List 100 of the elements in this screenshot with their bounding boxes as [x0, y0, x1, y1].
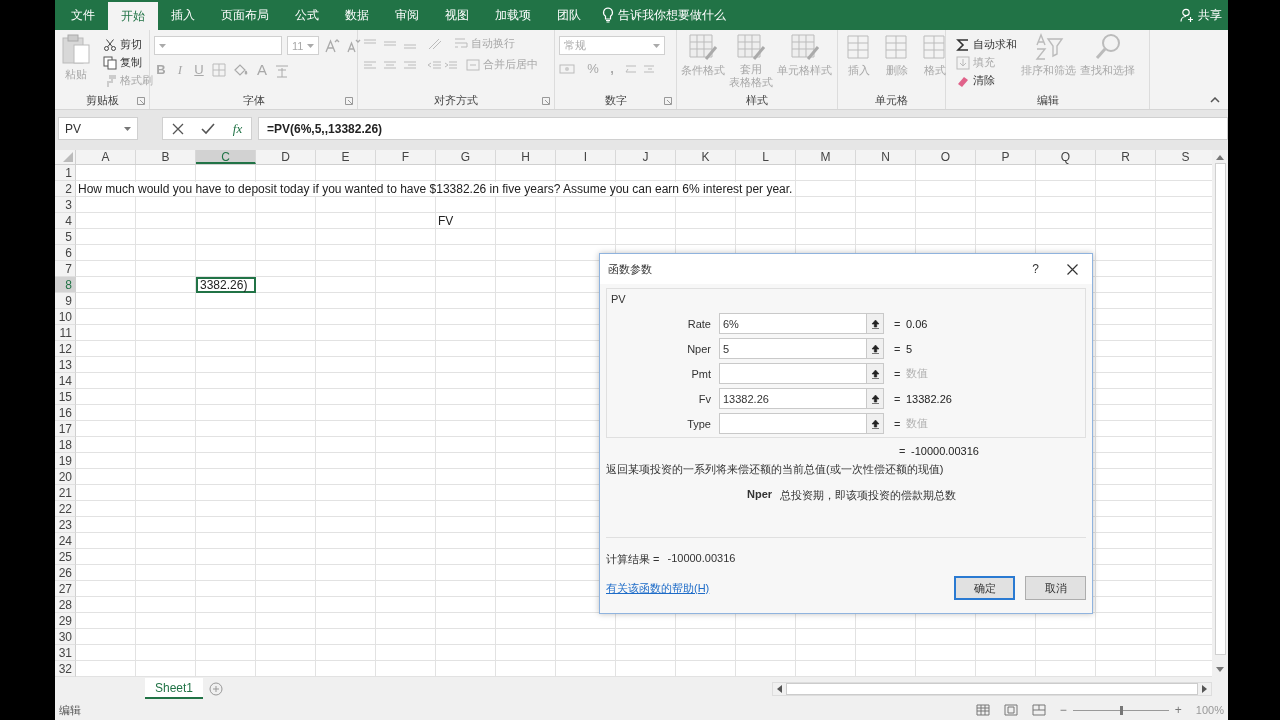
- page-break-icon[interactable]: [1031, 704, 1046, 716]
- row-header[interactable]: 12: [55, 341, 76, 357]
- row-header[interactable]: 24: [55, 533, 76, 549]
- ribbon-tab[interactable]: 插入: [158, 0, 208, 30]
- help-link[interactable]: 有关该函数的帮助(H): [606, 580, 710, 596]
- argument-field[interactable]: 5: [719, 338, 867, 359]
- column-header[interactable]: D: [256, 150, 316, 164]
- active-cell[interactable]: 3382.26): [196, 276, 256, 293]
- grow-font-icon[interactable]: [324, 37, 340, 54]
- row-header[interactable]: 8: [55, 277, 76, 293]
- row-header[interactable]: 23: [55, 517, 76, 533]
- row-header[interactable]: 18: [55, 437, 76, 453]
- clear-button[interactable]: 清除: [956, 73, 1017, 88]
- row-header[interactable]: 26: [55, 565, 76, 581]
- up-arrow-icon[interactable]: [1216, 154, 1224, 160]
- sheet-tab[interactable]: Sheet1: [145, 678, 204, 699]
- ribbon-tab[interactable]: 团队: [544, 0, 594, 30]
- borders-icon[interactable]: [211, 61, 227, 78]
- left-arrow-icon[interactable]: [776, 684, 782, 693]
- shrink-font-icon[interactable]: [345, 37, 361, 54]
- column-header[interactable]: J: [616, 150, 676, 164]
- column-header[interactable]: O: [916, 150, 976, 164]
- column-header[interactable]: P: [976, 150, 1036, 164]
- column-header[interactable]: K: [676, 150, 736, 164]
- row-header[interactable]: 20: [55, 469, 76, 485]
- dialog-launcher-icon[interactable]: [345, 97, 353, 105]
- column-header[interactable]: M: [796, 150, 856, 164]
- insert-function-button[interactable]: fx: [232, 120, 243, 137]
- close-icon[interactable]: [1067, 263, 1078, 275]
- collapse-dialog-button[interactable]: [867, 338, 884, 359]
- autosum-button[interactable]: 自动求和: [956, 37, 1017, 52]
- argument-field[interactable]: 13382.26: [719, 388, 867, 409]
- ribbon-tab[interactable]: 开始: [108, 2, 158, 30]
- column-header[interactable]: A: [76, 150, 136, 164]
- row-header[interactable]: 19: [55, 453, 76, 469]
- row-header[interactable]: 11: [55, 325, 76, 341]
- scroll-thumb[interactable]: [786, 682, 1198, 695]
- cancel-icon[interactable]: [171, 122, 184, 135]
- column-header[interactable]: I: [556, 150, 616, 164]
- ok-button[interactable]: 确定: [954, 576, 1015, 600]
- collapse-dialog-button[interactable]: [867, 363, 884, 384]
- ribbon-tab[interactable]: 页面布局: [208, 0, 282, 30]
- normal-view-icon[interactable]: [975, 704, 990, 716]
- row-header[interactable]: 15: [55, 389, 76, 405]
- add-sheet-icon[interactable]: [209, 681, 224, 696]
- zoom-in-button[interactable]: +: [1174, 703, 1182, 717]
- collapse-dialog-button[interactable]: [867, 388, 884, 409]
- select-all-icon[interactable]: [63, 152, 73, 162]
- name-box[interactable]: PV: [58, 117, 138, 140]
- cut-button[interactable]: 剪切: [103, 37, 153, 52]
- row-header[interactable]: 32: [55, 661, 76, 677]
- column-header[interactable]: L: [736, 150, 796, 164]
- copy-button[interactable]: 复制: [103, 55, 153, 70]
- column-header[interactable]: C: [196, 150, 256, 164]
- font-name-field[interactable]: [154, 36, 282, 55]
- ribbon-tab[interactable]: 数据: [332, 0, 382, 30]
- row-header[interactable]: 3: [55, 197, 76, 213]
- row-header[interactable]: 16: [55, 405, 76, 421]
- ribbon-tab[interactable]: 公式: [282, 0, 332, 30]
- dialog-launcher-icon[interactable]: [664, 97, 672, 105]
- row-header[interactable]: 13: [55, 357, 76, 373]
- row-header[interactable]: 31: [55, 645, 76, 661]
- row-header[interactable]: 14: [55, 373, 76, 389]
- horizontal-scrollbar[interactable]: [772, 681, 1212, 696]
- row-header[interactable]: 17: [55, 421, 76, 437]
- scroll-thumb[interactable]: [1214, 163, 1226, 655]
- row-header[interactable]: 27: [55, 581, 76, 597]
- row-header[interactable]: 5: [55, 229, 76, 245]
- ribbon-tab[interactable]: 视图: [432, 0, 482, 30]
- row-header[interactable]: 2: [55, 181, 76, 197]
- down-arrow-icon[interactable]: [1216, 667, 1224, 673]
- row-header[interactable]: 25: [55, 549, 76, 565]
- column-header[interactable]: N: [856, 150, 916, 164]
- column-header[interactable]: E: [316, 150, 376, 164]
- right-arrow-icon[interactable]: [1202, 684, 1208, 693]
- ribbon-tab[interactable]: 加载项: [482, 0, 544, 30]
- argument-field[interactable]: 6%: [719, 313, 867, 334]
- row-header[interactable]: 30: [55, 629, 76, 645]
- check-icon[interactable]: [201, 122, 216, 135]
- tell-me-field[interactable]: 告诉我你想要做什么: [618, 6, 726, 24]
- argument-field[interactable]: [719, 363, 867, 384]
- help-button[interactable]: ?: [1032, 262, 1039, 276]
- row-header[interactable]: 1: [55, 165, 76, 181]
- collapse-dialog-button[interactable]: [867, 313, 884, 334]
- column-header[interactable]: H: [496, 150, 556, 164]
- column-header[interactable]: Q: [1036, 150, 1096, 164]
- vertical-scrollbar[interactable]: [1212, 150, 1228, 677]
- dialog-launcher-icon[interactable]: [137, 97, 145, 105]
- share-button[interactable]: 共享: [1198, 6, 1222, 24]
- cancel-button[interactable]: 取消: [1025, 576, 1086, 600]
- collapse-ribbon-icon[interactable]: [1210, 97, 1220, 103]
- argument-field[interactable]: [719, 413, 867, 434]
- formula-field[interactable]: =PV(6%,5,,13382.26): [258, 117, 1228, 140]
- row-header[interactable]: 29: [55, 613, 76, 629]
- column-header[interactable]: G: [436, 150, 496, 164]
- row-header[interactable]: 4: [55, 213, 76, 229]
- row-header[interactable]: 10: [55, 309, 76, 325]
- row-header[interactable]: 28: [55, 597, 76, 613]
- zoom-out-button[interactable]: −: [1059, 703, 1067, 717]
- row-header[interactable]: 7: [55, 261, 76, 277]
